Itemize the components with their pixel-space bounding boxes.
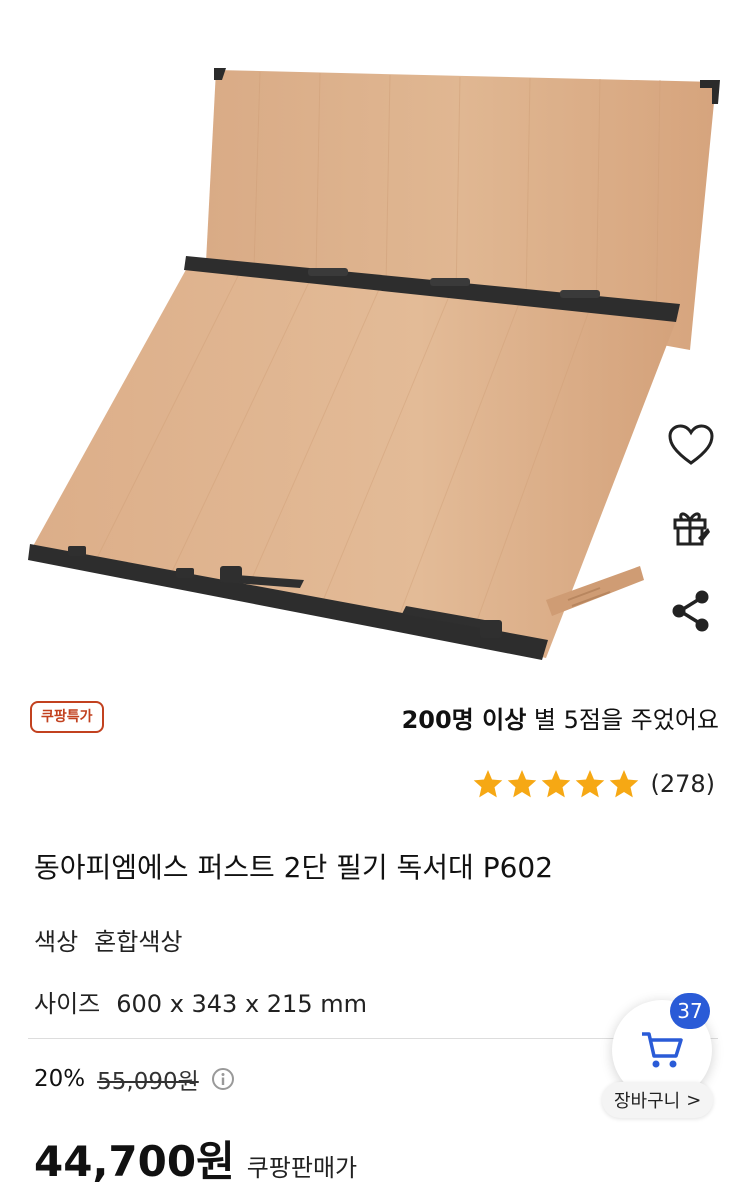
option-size[interactable]: 사이즈 600 x 343 x 215 mm <box>34 984 367 1019</box>
cart-icon <box>642 1032 683 1068</box>
review-summary-highlight: 200명 이상 <box>401 706 527 734</box>
review-summary-text: 별 5점을 주었어요 <box>526 706 719 734</box>
star-icon <box>610 770 639 798</box>
cart-count-badge: 37 <box>670 993 710 1029</box>
product-title: 동아피엠에스 퍼스트 2단 필기 독서대 P602 <box>34 851 554 884</box>
wishlist-button[interactable] <box>664 418 718 472</box>
sale-price: 44,700원 <box>34 1137 235 1186</box>
star-icon <box>576 770 605 798</box>
product-image[interactable] <box>0 0 751 680</box>
option-key: 사이즈 <box>34 990 101 1018</box>
option-value: 혼합색상 <box>94 928 183 956</box>
option-color[interactable]: 색상 혼합색상 <box>34 922 183 957</box>
price-label: 쿠팡판매가 <box>246 1154 358 1182</box>
discount-row: 20% 55,090원 <box>34 1062 235 1096</box>
discount-percent: 20% <box>34 1066 86 1092</box>
heart-icon <box>668 424 714 465</box>
info-icon[interactable] <box>211 1067 235 1091</box>
share-button[interactable] <box>664 584 718 638</box>
star-icon <box>508 770 537 798</box>
badge-label: 쿠팡특가 <box>41 709 93 725</box>
price-row: 44,700원 쿠팡판매가 <box>34 1128 357 1189</box>
review-count[interactable]: (278) <box>650 770 715 798</box>
star-icon <box>542 770 571 798</box>
gift-button[interactable] <box>664 500 718 554</box>
chevron-right-icon: > <box>686 1089 702 1111</box>
coupang-deal-badge: 쿠팡특가 <box>30 701 104 733</box>
cart-label-text: 장바구니 <box>614 1091 681 1112</box>
original-price: 55,090원 <box>97 1069 199 1095</box>
star-icon <box>474 770 503 798</box>
cart-label-button[interactable]: 장바구니 > <box>602 1082 714 1118</box>
option-value: 600 x 343 x 215 mm <box>116 990 367 1018</box>
review-summary: 200명 이상 별 5점을 주었어요 <box>402 700 719 735</box>
share-icon <box>672 590 709 632</box>
rating-row[interactable]: (278) <box>472 768 715 800</box>
option-key: 색상 <box>34 928 79 956</box>
book-stand-illustration <box>28 68 720 660</box>
gift-icon <box>673 512 710 546</box>
